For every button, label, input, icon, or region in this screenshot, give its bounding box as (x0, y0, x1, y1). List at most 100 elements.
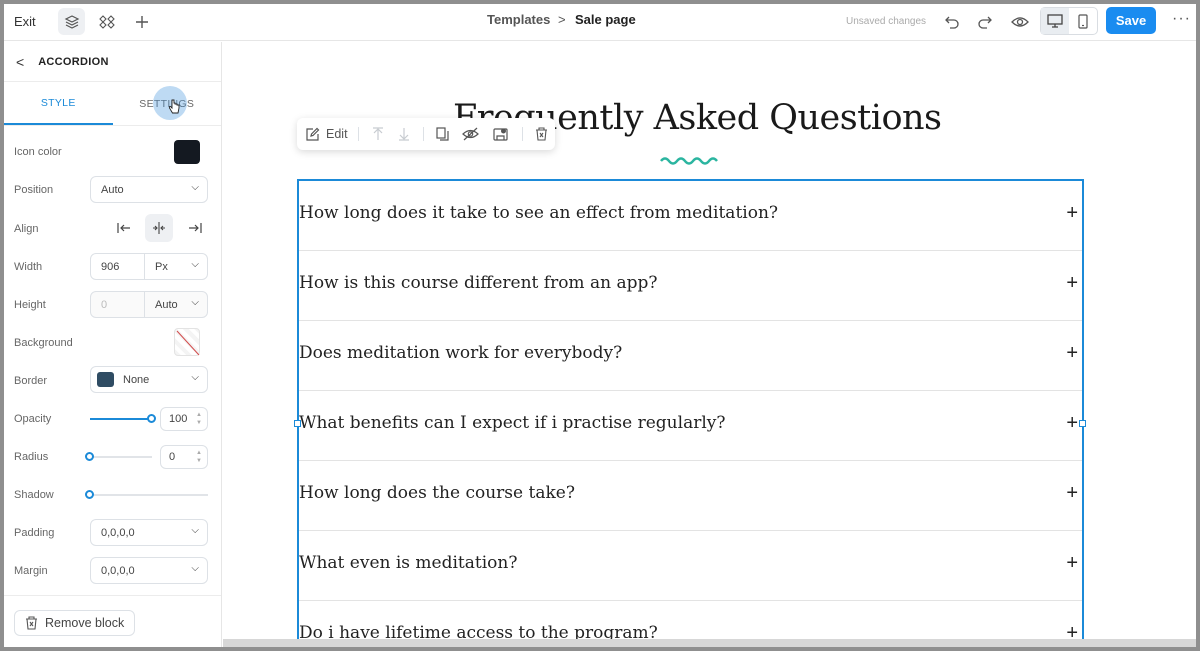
undo-icon[interactable] (938, 8, 965, 35)
breadcrumb-separator: > (558, 12, 566, 27)
border-color-swatch (97, 372, 114, 387)
save-button[interactable]: Save (1106, 7, 1156, 34)
radius-input[interactable]: 0 ▲ ▼ (160, 445, 208, 469)
edit-icon (306, 127, 320, 141)
more-options-icon[interactable]: ··· (1172, 10, 1191, 28)
accordion-item[interactable]: How long does the course take? + (299, 461, 1082, 531)
border-value: None (123, 373, 150, 386)
background-label: Background (14, 337, 73, 349)
save-block-icon[interactable] (486, 122, 516, 146)
panel-header: < ACCORDION (4, 42, 221, 82)
accordion-block[interactable]: How long does it take to see an effect f… (297, 179, 1084, 647)
radius-slider-knob[interactable] (85, 452, 94, 461)
margin-select[interactable]: 0,0,0,0 ⌵ (90, 557, 208, 584)
breadcrumb-templates[interactable]: Templates (487, 12, 550, 27)
position-select[interactable]: Auto ⌵ (90, 176, 208, 203)
height-unit[interactable]: Auto (155, 299, 178, 311)
accordion-item[interactable]: How long does it take to see an effect f… (299, 181, 1082, 251)
border-label: Border (14, 375, 48, 387)
radius-row: Radius 0 ▲ ▼ (4, 442, 222, 472)
radius-label: Radius (14, 451, 49, 463)
padding-select[interactable]: 0,0,0,0 ⌵ (90, 519, 208, 546)
border-select[interactable]: None ⌵ (90, 366, 208, 393)
layers-icon[interactable] (58, 8, 85, 35)
plus-icon[interactable]: + (1066, 483, 1078, 503)
width-unit[interactable]: Px (155, 261, 168, 273)
redo-icon[interactable] (971, 8, 998, 35)
edit-label: Edit (326, 127, 348, 141)
chevron-down-icon: ⌵ (191, 182, 199, 193)
device-toggle (1040, 7, 1098, 35)
chevron-down-icon: ⌵ (191, 372, 199, 383)
horizontal-scrollbar[interactable] (223, 639, 1196, 647)
components-icon[interactable] (93, 8, 120, 35)
plus-icon[interactable]: + (1066, 203, 1078, 223)
plus-icon[interactable]: + (1066, 553, 1078, 573)
duplicate-icon[interactable] (430, 122, 456, 146)
accordion-question: How long does it take to see an effect f… (299, 203, 779, 223)
width-row: Width 906 Px ⌵ (4, 252, 222, 282)
breadcrumb-sale-page: Sale page (575, 12, 636, 27)
position-row: Position Auto ⌵ (4, 175, 222, 205)
height-row: Height 0 Auto ⌵ (4, 290, 222, 320)
edit-button[interactable]: Edit (305, 122, 348, 146)
accordion-question: What even is meditation? (299, 553, 518, 573)
panel-title: ACCORDION (38, 55, 109, 68)
shadow-slider-knob[interactable] (85, 490, 94, 499)
preview-eye-icon[interactable] (1006, 8, 1033, 35)
mobile-icon[interactable] (1069, 8, 1097, 34)
background-row: Background (4, 328, 222, 358)
style-panel: < ACCORDION STYLE SETTINGS Icon color Po… (4, 42, 222, 647)
align-left-icon[interactable] (110, 214, 138, 242)
tab-style[interactable]: STYLE (4, 82, 113, 125)
chevron-down-icon: ⌵ (191, 297, 199, 308)
stepper-icon[interactable]: ▲ ▼ (196, 449, 202, 465)
radius-slider-track (90, 456, 152, 458)
align-label: Align (14, 223, 39, 235)
position-value: Auto (101, 183, 124, 196)
remove-block-button[interactable]: Remove block (14, 610, 136, 636)
back-icon[interactable]: < (16, 54, 24, 70)
remove-block-label: Remove block (45, 616, 125, 630)
exit-button[interactable]: Exit (14, 14, 36, 29)
align-right-icon[interactable] (181, 214, 209, 242)
top-bar: Exit Templates > Sale page Unsaved chang… (4, 4, 1196, 41)
accordion-item[interactable]: Does meditation work for everybody? + (299, 321, 1082, 391)
align-row: Align (4, 214, 222, 244)
background-swatch[interactable] (174, 328, 200, 356)
opacity-value: 100 (169, 413, 188, 425)
opacity-input[interactable]: 100 ▲ ▼ (160, 407, 208, 431)
accordion-question: How long does the course take? (299, 483, 575, 503)
resize-handle-left[interactable] (294, 420, 301, 427)
icon-color-swatch[interactable] (174, 140, 200, 164)
opacity-slider-knob[interactable] (147, 414, 156, 423)
unsaved-status: Unsaved changes (846, 16, 927, 27)
width-label: Width (14, 261, 43, 273)
accordion-item[interactable]: What benefits can I expect if i practise… (299, 391, 1082, 461)
add-icon[interactable] (128, 8, 155, 35)
border-row: Border None ⌵ (4, 366, 222, 396)
divider (4, 595, 221, 596)
delete-icon[interactable] (529, 122, 555, 146)
toolbar-divider (422, 127, 424, 141)
height-value[interactable]: 0 (101, 299, 107, 311)
accordion-item[interactable]: What even is meditation? + (299, 531, 1082, 601)
plus-icon[interactable]: + (1066, 343, 1078, 363)
opacity-label: Opacity (14, 413, 52, 425)
move-down-icon[interactable] (391, 122, 417, 146)
align-center-icon[interactable] (145, 214, 173, 242)
plus-icon[interactable]: + (1066, 413, 1078, 433)
hide-icon[interactable] (456, 122, 486, 146)
plus-icon[interactable]: + (1066, 273, 1078, 293)
stepper-icon[interactable]: ▲ ▼ (196, 411, 202, 427)
desktop-icon[interactable] (1041, 8, 1069, 34)
chevron-down-icon: ⌵ (191, 525, 199, 536)
resize-handle-right[interactable] (1079, 420, 1086, 427)
toolbar-divider (521, 127, 523, 141)
editor-canvas: Frequently Asked Questions Edit How long… (223, 42, 1196, 647)
width-value[interactable]: 906 (101, 261, 119, 273)
wave-divider (660, 157, 718, 165)
move-up-icon[interactable] (365, 122, 391, 146)
opacity-row: Opacity 100 ▲ ▼ (4, 404, 222, 434)
accordion-item[interactable]: How is this course different from an app… (299, 251, 1082, 321)
